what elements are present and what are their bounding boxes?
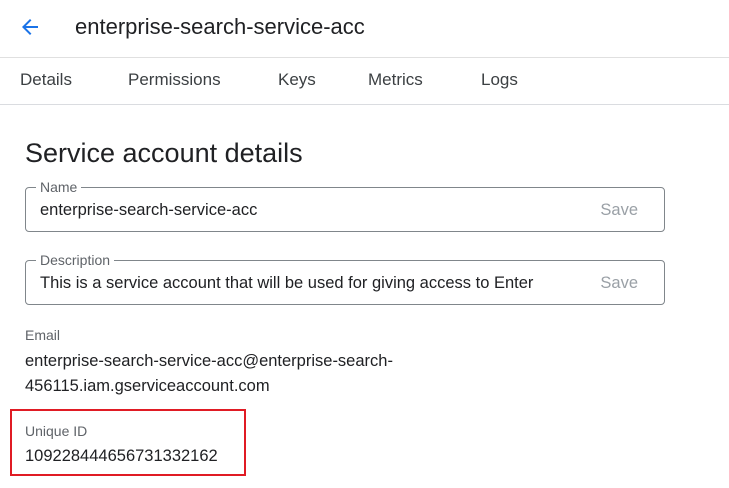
name-save-button[interactable]: Save [600, 199, 638, 221]
back-button[interactable] [14, 11, 46, 43]
email-value-line2: 456115.iam.gserviceaccount.com [25, 377, 270, 395]
name-field[interactable]: Name enterprise-search-service-acc Save [25, 178, 665, 232]
tab-permissions[interactable]: Permissions [128, 69, 221, 95]
tab-details[interactable]: Details [20, 69, 72, 95]
tab-metrics[interactable]: Metrics [368, 69, 423, 95]
description-field-label: Description [36, 251, 115, 269]
description-field[interactable]: Description This is a service account th… [25, 251, 665, 305]
name-input[interactable]: enterprise-search-service-acc [40, 199, 570, 221]
page-header: enterprise-search-service-acc [0, 0, 729, 58]
tab-logs[interactable]: Logs [481, 69, 518, 95]
arrow-back-icon [22, 19, 38, 35]
description-input[interactable]: This is a service account that will be u… [40, 272, 570, 294]
email-label: Email [25, 327, 61, 343]
tab-bar: Details Permissions Keys Metrics Logs [0, 59, 729, 105]
name-field-label: Name [36, 178, 82, 196]
tab-keys[interactable]: Keys [278, 69, 316, 95]
page-title: enterprise-search-service-acc [75, 14, 365, 39]
unique-id-highlight [10, 409, 246, 476]
email-value-line1: enterprise-search-service-acc@enterprise… [25, 352, 393, 370]
section-title: Service account details [25, 138, 303, 168]
description-save-button[interactable]: Save [600, 272, 638, 294]
